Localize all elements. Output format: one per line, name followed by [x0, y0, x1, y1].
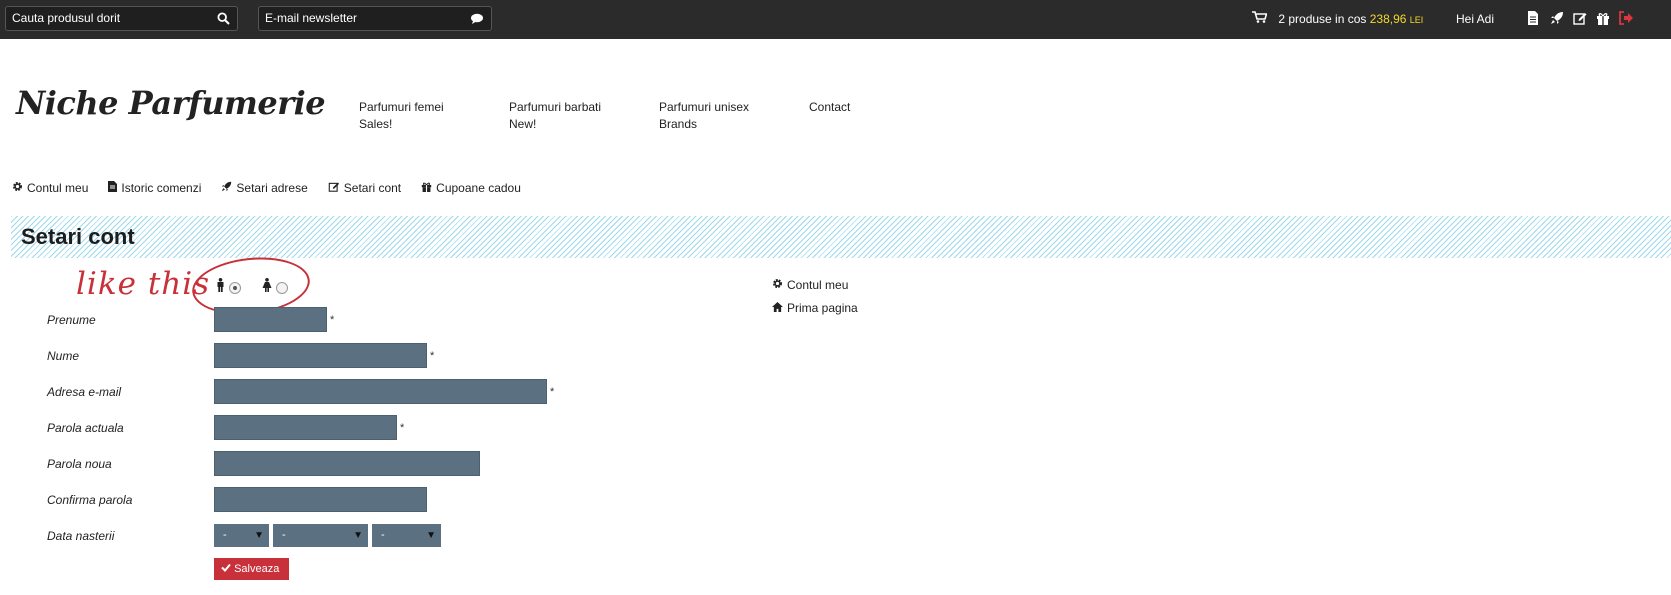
- annotation-text: like this: [76, 266, 211, 302]
- nav-link-parfumuri-femei[interactable]: Parfumuri femei: [359, 99, 444, 116]
- account-menu-label: Cupoane cadou: [436, 181, 521, 195]
- nav-link-contact[interactable]: Contact: [809, 99, 850, 116]
- document-icon[interactable]: [1527, 11, 1542, 26]
- nav-column-3: Parfumuri unisex Brands: [659, 99, 749, 133]
- label-nume: Nume: [47, 349, 80, 363]
- female-icon: [262, 278, 272, 297]
- side-link-label: Prima pagina: [787, 301, 858, 315]
- nav-link-parfumuri-unisex[interactable]: Parfumuri unisex: [659, 99, 749, 116]
- caret-down-icon: ▼: [426, 530, 436, 541]
- account-menu-istoric-comenzi[interactable]: Istoric comenzi: [108, 181, 201, 195]
- check-icon: [221, 563, 231, 575]
- gear-icon: [12, 181, 23, 195]
- nav-column-2: Parfumuri barbati New!: [509, 99, 601, 133]
- nav-column-1: Parfumuri femei Sales!: [359, 99, 444, 133]
- search-input[interactable]: Cauta produsul dorit: [5, 6, 238, 31]
- current-password-input[interactable]: [214, 415, 397, 440]
- account-menu-label: Setari adrese: [236, 181, 308, 195]
- nav-column-4: Contact: [809, 99, 850, 116]
- site-logo[interactable]: Niche Parfumerie: [16, 84, 326, 122]
- document-icon: [108, 181, 118, 195]
- gear-icon: [772, 278, 783, 292]
- save-button-label: Salveaza: [234, 563, 280, 575]
- nav-link-sales[interactable]: Sales!: [359, 116, 444, 133]
- logout-icon[interactable]: [1619, 11, 1634, 26]
- page-title-band: Setari cont: [11, 216, 1671, 258]
- birth-year-select[interactable]: - ▼: [372, 524, 441, 547]
- cart-icon: [1252, 0, 1268, 39]
- account-menu-label: Setari cont: [343, 181, 402, 195]
- side-link-label: Contul meu: [787, 278, 849, 292]
- side-links: Contul meu Prima pagina: [772, 278, 858, 324]
- account-menu: Contul meu Istoric comenzi Setari adrese…: [12, 181, 541, 195]
- gender-option-male[interactable]: [216, 278, 241, 297]
- search-placeholder: Cauta produsul dorit: [12, 11, 121, 25]
- label-data-nasterii: Data nasterii: [47, 529, 115, 543]
- caret-down-icon: ▼: [254, 530, 264, 541]
- label-prenume: Prenume: [47, 313, 96, 327]
- edit-icon[interactable]: [1573, 11, 1588, 26]
- gender-radio-male[interactable]: [229, 281, 241, 294]
- select-value: -: [282, 529, 286, 541]
- gift-icon: [421, 181, 432, 195]
- account-menu-setari-cont[interactable]: Setari cont: [328, 181, 401, 195]
- gender-radio-female[interactable]: [276, 281, 288, 294]
- user-greeting[interactable]: Hei Adi: [1456, 0, 1494, 39]
- label-confirma-parola: Confirma parola: [47, 493, 133, 507]
- save-button[interactable]: Salveaza: [214, 558, 289, 580]
- page-title: Setari cont: [21, 224, 135, 249]
- edit-icon: [328, 181, 340, 195]
- nav-link-parfumuri-barbati[interactable]: Parfumuri barbati: [509, 99, 601, 116]
- label-parola-actuala: Parola actuala: [47, 421, 124, 435]
- nav-link-new[interactable]: New!: [509, 116, 601, 133]
- male-icon: [216, 278, 225, 297]
- chat-bubble-icon[interactable]: [470, 7, 484, 33]
- gift-icon[interactable]: [1596, 11, 1611, 26]
- prenume-input[interactable]: [214, 307, 327, 332]
- account-menu-label: Contul meu: [27, 181, 89, 195]
- required-marker: *: [330, 314, 335, 326]
- account-menu-setari-adrese[interactable]: Setari adrese: [221, 181, 308, 195]
- email-input[interactable]: [214, 379, 547, 404]
- search-icon[interactable]: [217, 7, 230, 33]
- newsletter-placeholder: E-mail newsletter: [265, 11, 358, 25]
- label-parola-noua: Parola noua: [47, 457, 112, 471]
- gender-option-female[interactable]: [262, 278, 288, 297]
- required-marker: *: [550, 386, 555, 398]
- account-menu-label: Istoric comenzi: [121, 181, 202, 195]
- home-icon: [772, 301, 783, 315]
- label-email: Adresa e-mail: [47, 385, 122, 399]
- birth-month-select[interactable]: - ▼: [273, 524, 368, 547]
- nume-input[interactable]: [214, 343, 427, 368]
- nav-link-brands[interactable]: Brands: [659, 116, 749, 133]
- cart-price: 238,96: [1369, 12, 1407, 26]
- select-value: -: [381, 529, 385, 541]
- account-menu-contul-meu[interactable]: Contul meu: [12, 181, 88, 195]
- required-marker: *: [430, 350, 435, 362]
- required-marker: *: [400, 422, 405, 434]
- rocket-icon[interactable]: [1550, 11, 1565, 26]
- side-link-contul-meu[interactable]: Contul meu: [772, 278, 858, 292]
- cart-currency: LEI: [1409, 15, 1424, 25]
- newsletter-input[interactable]: E-mail newsletter: [258, 6, 492, 31]
- rocket-icon: [221, 181, 232, 195]
- cart-summary[interactable]: 2 produse in cos 238,96 LEI: [1252, 0, 1423, 39]
- account-menu-cupoane-cadou[interactable]: Cupoane cadou: [421, 181, 521, 195]
- user-icons: [1527, 11, 1634, 26]
- confirm-password-input[interactable]: [214, 487, 427, 512]
- side-link-prima-pagina[interactable]: Prima pagina: [772, 301, 858, 315]
- caret-down-icon: ▼: [353, 530, 363, 541]
- top-bar: Cauta produsul dorit E-mail newsletter 2…: [0, 0, 1671, 39]
- cart-count-text: 2 produse in cos: [1278, 12, 1367, 26]
- select-value: -: [223, 529, 227, 541]
- birth-day-select[interactable]: - ▼: [214, 524, 269, 547]
- new-password-input[interactable]: [214, 451, 480, 476]
